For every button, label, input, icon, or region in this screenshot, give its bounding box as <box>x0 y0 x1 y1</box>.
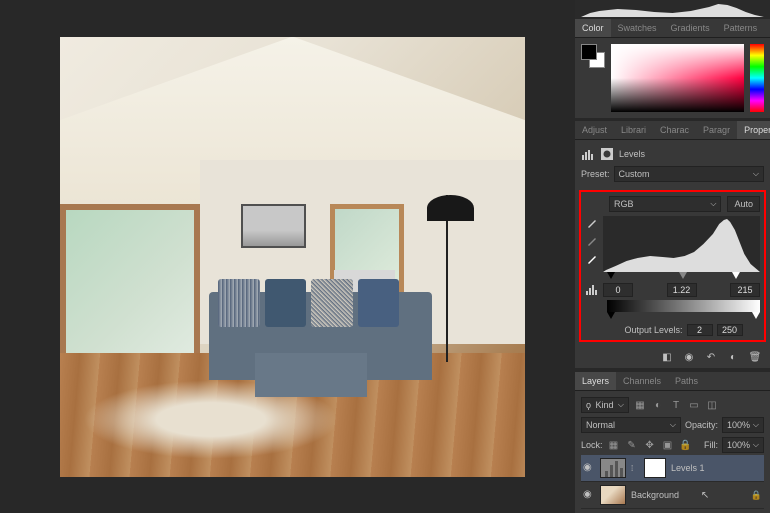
preset-label: Preset: <box>581 169 610 179</box>
layer-row[interactable]: ◉ Background ↖ 🔒 <box>581 482 764 509</box>
input-gamma-slider[interactable] <box>679 272 687 279</box>
auto-button[interactable]: Auto <box>727 196 760 212</box>
output-gradient <box>607 300 760 312</box>
lock-label: Lock: <box>581 440 603 450</box>
link-icon: ⁞ <box>631 464 639 473</box>
reset-icon[interactable]: ↶ <box>704 350 718 364</box>
mini-histogram <box>575 0 770 19</box>
layers-tabs: Layers Channels Paths <box>575 372 770 391</box>
lock-image-icon[interactable]: ✎ <box>625 438 639 452</box>
filter-type-icon[interactable]: T <box>669 398 683 412</box>
tab-channels[interactable]: Channels <box>616 372 668 390</box>
tab-gradients[interactable]: Gradients <box>664 19 717 37</box>
canvas-area <box>0 0 575 513</box>
tab-libraries[interactable]: Librari <box>614 121 653 139</box>
preset-select[interactable]: Custom⌵ <box>614 166 764 182</box>
histogram-icon <box>585 283 599 297</box>
clip-to-layer-icon[interactable]: ◧ <box>660 350 674 364</box>
visibility-toggle[interactable]: ◉ <box>583 462 595 474</box>
filter-pixel-icon[interactable]: ▦ <box>633 398 647 412</box>
input-white-field[interactable] <box>730 283 760 297</box>
opacity-select[interactable]: 100%⌵ <box>722 417 764 433</box>
lock-position-icon[interactable]: ✥ <box>643 438 657 452</box>
levels-histogram <box>603 216 760 272</box>
tab-properties[interactable]: Properties <box>737 121 770 139</box>
properties-tabs: Adjust Librari Charac Paragr Properties <box>575 121 770 140</box>
visibility-toggle[interactable]: ◉ <box>583 489 595 501</box>
adjustment-type-label: Levels <box>619 149 645 159</box>
lock-transparency-icon[interactable]: ▦ <box>607 438 621 452</box>
white-point-eyedropper[interactable] <box>585 252 599 266</box>
levels-icon <box>581 147 595 161</box>
trash-icon[interactable]: 🗑 <box>748 350 762 364</box>
tab-swatches[interactable]: Swatches <box>611 19 664 37</box>
chevron-down-icon: ⌵ <box>710 199 716 209</box>
fill-select[interactable]: 100%⌵ <box>722 437 764 453</box>
tab-color[interactable]: Color <box>575 19 611 37</box>
tab-patterns[interactable]: Patterns <box>717 19 765 37</box>
foreground-color[interactable] <box>581 44 597 60</box>
layer-thumb[interactable] <box>600 485 626 505</box>
tab-paths[interactable]: Paths <box>668 372 705 390</box>
document-image[interactable] <box>60 37 525 477</box>
layer-mask-thumb[interactable] <box>644 458 666 478</box>
tab-adjustments[interactable]: Adjust <box>575 121 614 139</box>
blend-mode-select[interactable]: Normal⌵ <box>581 417 681 433</box>
fg-bg-swatch[interactable] <box>581 44 605 68</box>
right-panels: Color Swatches Gradients Patterns Adjust… <box>575 0 770 513</box>
lock-all-icon[interactable]: 🔒 <box>679 438 693 452</box>
filter-adjustment-icon[interactable]: ◐ <box>651 398 665 412</box>
output-black-field[interactable] <box>687 324 713 336</box>
lock-artboard-icon[interactable]: ▣ <box>661 438 675 452</box>
filter-smart-icon[interactable]: ◫ <box>705 398 719 412</box>
adjustment-thumb[interactable] <box>600 458 626 478</box>
output-white-field[interactable] <box>717 324 743 336</box>
gray-point-eyedropper[interactable] <box>585 234 599 248</box>
layer-name[interactable]: Levels 1 <box>671 463 705 473</box>
input-gamma-field[interactable] <box>667 283 697 297</box>
view-previous-icon[interactable]: ◐ <box>726 350 740 364</box>
hue-slider[interactable] <box>750 44 764 112</box>
toggle-visibility-icon[interactable]: ◉ <box>682 350 696 364</box>
output-white-slider[interactable] <box>752 312 760 319</box>
color-field[interactable] <box>611 44 744 112</box>
fill-label: Fill: <box>704 440 718 450</box>
layer-filter-kind[interactable]: ϙKind⌵ <box>581 397 629 413</box>
layers-panel: ϙKind⌵ ▦ ◐ T ▭ ◫ Normal⌵ Opacity: 100%⌵ … <box>575 391 770 513</box>
color-tabs: Color Swatches Gradients Patterns <box>575 19 770 38</box>
output-black-slider[interactable] <box>607 312 615 319</box>
cursor-icon: ↖ <box>698 488 712 502</box>
mask-icon <box>600 147 614 161</box>
properties-panel: Levels Preset: Custom⌵ <box>575 140 770 188</box>
input-white-slider[interactable] <box>732 272 740 279</box>
layer-row[interactable]: ◉ ⁞ Levels 1 <box>581 455 764 482</box>
opacity-label: Opacity: <box>685 420 718 430</box>
lock-icon: 🔒 <box>751 490 762 501</box>
channel-select[interactable]: RGB⌵ <box>609 196 721 212</box>
black-point-eyedropper[interactable] <box>585 216 599 230</box>
properties-footer: ◧ ◉ ↶ ◐ 🗑 <box>575 346 770 368</box>
input-black-field[interactable] <box>603 283 633 297</box>
input-black-slider[interactable] <box>607 272 615 279</box>
layer-name[interactable]: Background <box>631 490 679 500</box>
tab-paragraph[interactable]: Paragr <box>696 121 737 139</box>
tab-layers[interactable]: Layers <box>575 372 616 390</box>
output-levels-label: Output Levels: <box>624 325 682 335</box>
chevron-down-icon: ⌵ <box>753 169 759 179</box>
filter-shape-icon[interactable]: ▭ <box>687 398 701 412</box>
levels-controls-highlighted: RGB⌵ Auto <box>579 190 766 342</box>
tab-character[interactable]: Charac <box>653 121 696 139</box>
color-picker-panel <box>575 38 770 118</box>
